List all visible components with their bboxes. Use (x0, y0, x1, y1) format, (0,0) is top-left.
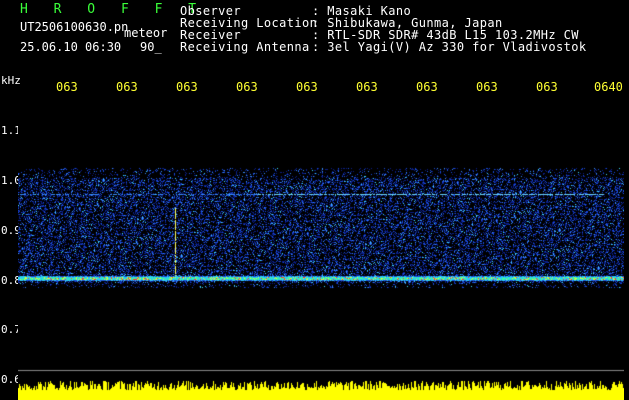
freq-unit-label: kHz (1, 74, 21, 87)
app-brand: H R O F F T (20, 2, 206, 17)
meta-values: : Masaki Kano : Shibukawa, Gunma, Japan … (312, 5, 587, 53)
spectrogram-canvas[interactable] (18, 98, 624, 400)
meta-label-antenna: Receiving Antenna (180, 40, 310, 54)
meta-labels: Observer Receiving Location Receiver Rec… (180, 5, 317, 53)
file-tag: meteor (124, 26, 168, 40)
meta-value-antenna: : 3el Yagi(V) Az 330 for Vladivostok (312, 40, 587, 54)
time-tick-label: 063 (176, 80, 198, 94)
time-tick-label: 063 (236, 80, 258, 94)
time-tick-label: 063 (416, 80, 438, 94)
time-tick-label: 063 (56, 80, 78, 94)
time-tick-label: 063 (536, 80, 558, 94)
time-tick-label: 063 (116, 80, 138, 94)
file-value: 90_ (140, 40, 162, 54)
time-tick-label: 063 (476, 80, 498, 94)
time-tick-label: 063 (296, 80, 318, 94)
time-tick-label: 063 (356, 80, 378, 94)
file-name: UT2506100630.pn (20, 20, 129, 34)
file-datetime: 25.06.10 06:30 (20, 40, 122, 54)
time-tick-label: 0640 (594, 80, 623, 94)
